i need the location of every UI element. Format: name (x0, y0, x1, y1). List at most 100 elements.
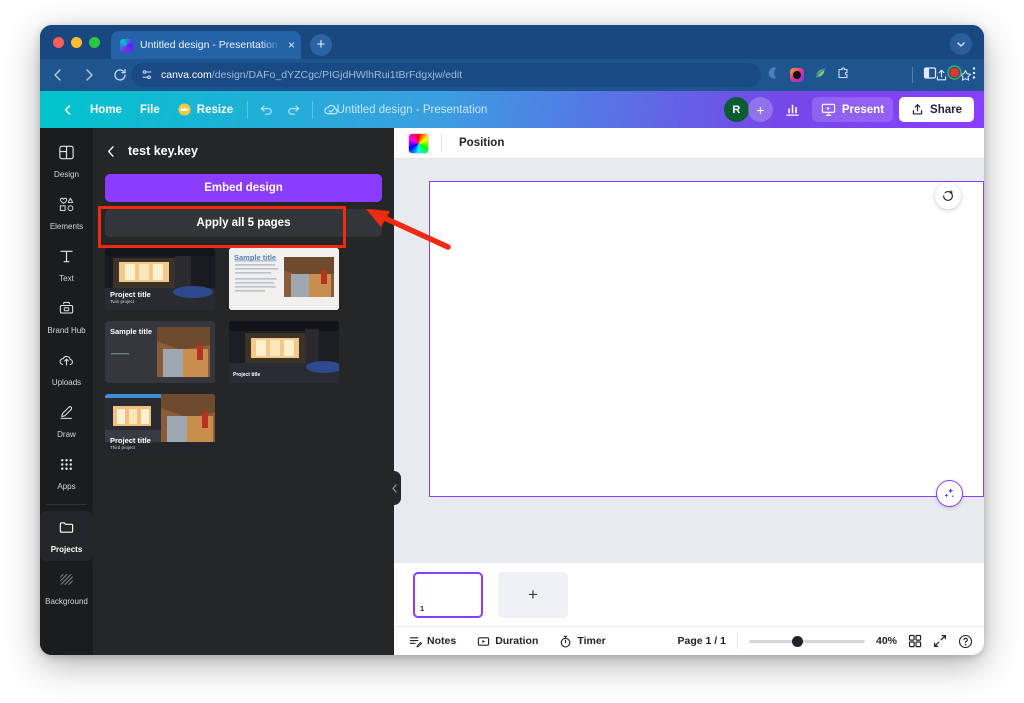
apply-all-pages-button[interactable]: Apply all 5 pages (105, 209, 382, 237)
brand-briefcase-icon (58, 300, 75, 322)
close-icon[interactable]: × (288, 39, 295, 51)
present-button[interactable]: Present (812, 97, 893, 122)
forward-icon[interactable] (76, 62, 102, 88)
undo-icon[interactable] (253, 97, 280, 122)
position-button[interactable]: Position (454, 133, 509, 153)
zoom-percent-label: 40% (876, 635, 897, 647)
sidebar-rail: Design Elements Text Brand Hub (40, 128, 93, 655)
slide-caption: Sample title (110, 327, 152, 336)
extension-colorful-icon[interactable] (790, 68, 804, 82)
rainbow-gradient-swatch-icon[interactable] (408, 133, 429, 154)
slide-title: Sample title (110, 327, 152, 336)
window-maximize-button[interactable] (89, 37, 100, 48)
sidebar-item-elements[interactable]: Elements (40, 188, 93, 238)
split-view-icon[interactable] (923, 66, 937, 85)
grid-view-icon[interactable] (908, 634, 922, 648)
duration-icon (477, 635, 490, 648)
divider (46, 504, 87, 505)
sidebar-item-label: Projects (51, 545, 83, 554)
reload-icon[interactable] (107, 62, 133, 88)
canva-topbar: Home File Resize Untitled design - Prese… (40, 91, 984, 128)
notes-label: Notes (427, 635, 456, 647)
url-text: canva.com/design/DAFo_dYZCgc/PIGjdHWlhRu… (161, 69, 462, 81)
sidebar-item-label: Design (54, 170, 79, 179)
sidebar-item-text[interactable]: Text (40, 240, 93, 290)
slide-caption: Project title Third project (110, 436, 151, 451)
topbar-right-actions: R + Present Share (724, 91, 974, 128)
sidebar-item-projects[interactable]: Projects (40, 511, 93, 561)
sidebar-item-label: Elements (50, 222, 83, 231)
sidebar-item-draw[interactable]: Draw (40, 396, 93, 446)
sidebar-item-design[interactable]: Design (40, 136, 93, 186)
sidebar-item-background[interactable]: Background (40, 563, 93, 613)
projects-panel: test key.key Embed design Apply all 5 pa… (93, 128, 394, 655)
duration-button[interactable]: Duration (473, 632, 542, 651)
browser-right-icons (912, 59, 976, 91)
page-thumbnail-1[interactable]: 1 (413, 572, 483, 618)
add-page-button[interactable]: + (498, 572, 568, 618)
slide-thumbnail-1[interactable]: Project title Twin project (105, 248, 215, 310)
avatar[interactable]: R (724, 97, 749, 122)
sidebar-item-uploads[interactable]: Uploads (40, 344, 93, 394)
window-minimize-button[interactable] (71, 37, 82, 48)
timer-button[interactable]: Timer (555, 632, 609, 651)
sidebar-item-apps[interactable]: Apps (40, 448, 93, 498)
slide-caption: Project title Twin project (110, 290, 151, 305)
resize-button[interactable]: Resize (169, 98, 242, 121)
crown-icon (178, 103, 191, 116)
slide-thumbnail-3[interactable]: Sample title (105, 321, 215, 383)
bottom-toolbar-right: Page 1 / 1 40% (678, 633, 973, 649)
share-button[interactable]: Share (899, 97, 974, 122)
insights-icon[interactable] (779, 97, 806, 122)
new-tab-button[interactable]: + (310, 34, 332, 56)
slide-caption: Sample title (234, 253, 276, 262)
add-collaborator-button[interactable]: + (748, 97, 773, 122)
slide-thumbnail-5[interactable]: Project title Third project (105, 394, 215, 456)
redo-icon[interactable] (280, 97, 307, 122)
fullscreen-icon[interactable] (933, 634, 947, 648)
present-icon (821, 102, 836, 117)
context-toolbar: Position (394, 128, 984, 159)
panel-collapse-handle[interactable] (388, 471, 401, 505)
rotate-icon[interactable] (935, 183, 961, 209)
file-menu-button[interactable]: File (131, 99, 169, 121)
back-chevron-icon[interactable] (105, 145, 118, 158)
extension-crescent-icon[interactable] (767, 66, 781, 85)
window-close-button[interactable] (53, 37, 64, 48)
extension-leaf-icon[interactable] (813, 66, 827, 85)
home-button[interactable]: Home (81, 99, 131, 121)
notes-button[interactable]: Notes (405, 632, 460, 651)
menu-icon[interactable] (972, 66, 976, 85)
record-icon[interactable] (947, 65, 962, 85)
browser-tab[interactable]: Untitled design - Presentation × (111, 31, 301, 59)
share-label: Share (930, 104, 962, 116)
url-path: /design/DAFo_dYZCgc/PIGjdHWlhRui1tBrFdgx… (212, 69, 462, 81)
slide-title: Project title (233, 371, 260, 380)
canva-favicon-icon (120, 39, 133, 52)
sidebar-item-brand-hub[interactable]: Brand Hub (40, 292, 93, 342)
url-input[interactable]: canva.com/design/DAFo_dYZCgc/PIGjdHWlhRu… (131, 63, 761, 87)
site-settings-icon (141, 69, 153, 81)
canva-app: Home File Resize Untitled design - Prese… (40, 91, 984, 655)
sparkle-magic-icon[interactable] (936, 480, 963, 507)
divider (247, 101, 248, 119)
slide-thumbnail-2[interactable]: Sample title (229, 248, 339, 310)
cloud-saved-icon[interactable] (318, 97, 345, 122)
browser-urlbar: canva.com/design/DAFo_dYZCgc/PIGjdHWlhRu… (40, 59, 984, 91)
hatch-pattern-icon (58, 571, 75, 593)
zoom-slider[interactable] (749, 640, 865, 643)
tab-list-chevron-down-icon[interactable] (950, 33, 972, 55)
slide-thumbnail-4[interactable]: Project title (229, 321, 339, 383)
zoom-slider-handle[interactable] (792, 636, 803, 647)
help-icon[interactable] (958, 634, 973, 649)
embed-design-button[interactable]: Embed design (105, 174, 382, 202)
back-icon[interactable] (45, 62, 71, 88)
back-chevron-icon[interactable] (54, 97, 81, 122)
page-title: Untitled design - Presentation (337, 104, 488, 116)
page-indicator: Page 1 / 1 (678, 635, 726, 647)
timer-label: Timer (577, 635, 605, 647)
page-canvas[interactable] (429, 181, 984, 497)
notes-icon (409, 635, 422, 648)
extension-puzzle-icon[interactable] (836, 66, 850, 85)
sidebar-item-label: Background (45, 597, 88, 606)
